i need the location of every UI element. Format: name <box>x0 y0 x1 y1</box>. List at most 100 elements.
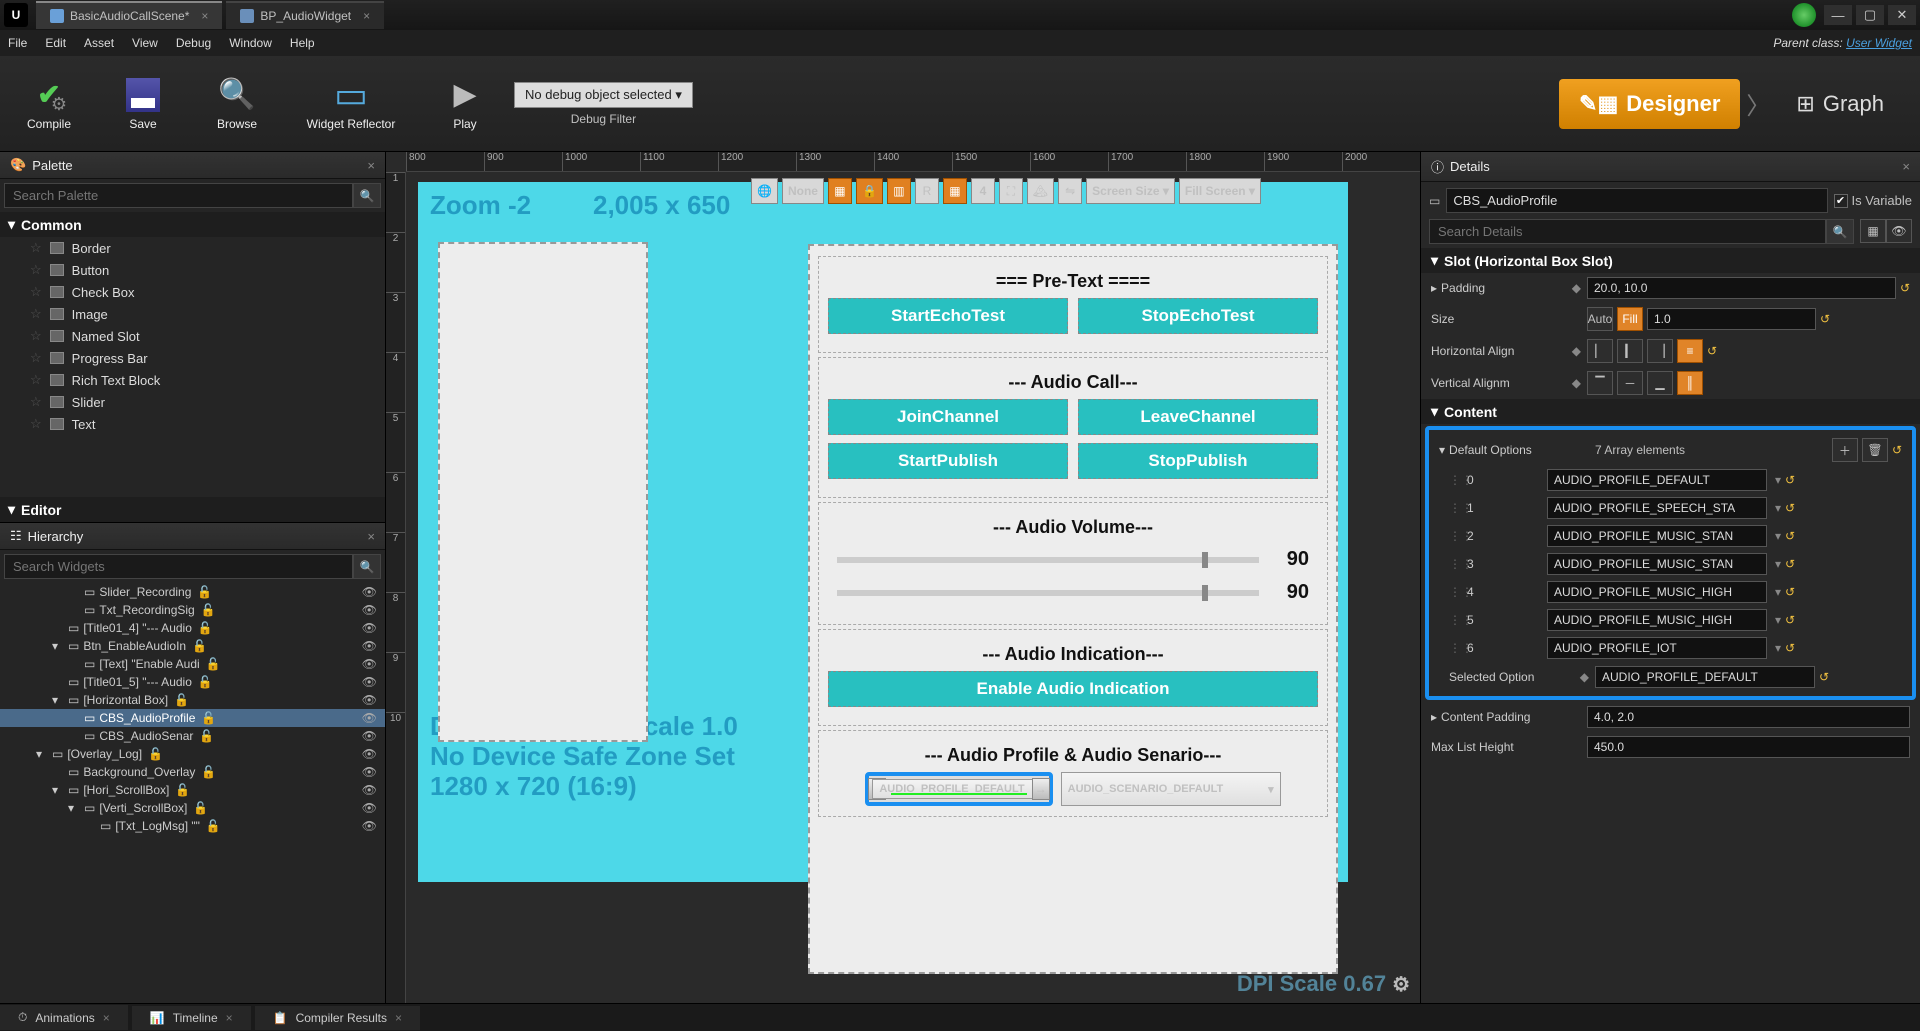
audio-scenario-combobox[interactable]: AUDIO_SCENARIO_DEFAULT▾ <box>1061 772 1281 806</box>
valign-bottom[interactable]: ▁ <box>1647 371 1673 395</box>
close-button[interactable]: ✕ <box>1888 5 1916 25</box>
drag-handle-icon[interactable]: ⋮⋮ <box>1449 529 1459 543</box>
lock-button[interactable]: 🔒 <box>856 178 883 204</box>
debug-object-dropdown[interactable]: No debug object selected ▾ <box>514 82 693 108</box>
menu-view[interactable]: View <box>132 36 158 50</box>
drag-handle-icon[interactable]: ⋮⋮ <box>1449 585 1459 599</box>
widget-name-input[interactable] <box>1446 188 1827 213</box>
favorite-icon[interactable]: ☆ <box>30 306 42 322</box>
grid-size[interactable]: 4 <box>971 178 995 204</box>
hierarchy-search-input[interactable] <box>4 554 353 579</box>
lock-icon[interactable]: 🔓 <box>199 603 218 617</box>
fill-screen-dropdown[interactable]: Fill Screen ▾ <box>1179 178 1261 204</box>
hierarchy-item[interactable]: ▭[Txt_LogMsg] ""🔓👁 <box>0 817 385 835</box>
halign-right[interactable]: ▕ <box>1647 339 1673 363</box>
visibility-icon[interactable]: 👁 <box>358 783 381 797</box>
favorite-icon[interactable]: ☆ <box>30 394 42 410</box>
hierarchy-item[interactable]: ▾▭[Overlay_Log]🔓👁 <box>0 745 385 763</box>
hierarchy-item[interactable]: ▾▭[Verti_ScrollBox]🔓👁 <box>0 799 385 817</box>
drag-handle-icon[interactable]: ⋮⋮ <box>1449 501 1459 515</box>
reset-icon[interactable]: ↺ <box>1819 670 1829 684</box>
join-channel-button[interactable]: JoinChannel <box>828 399 1068 435</box>
selected-option-input[interactable] <box>1595 666 1815 688</box>
size-fill-input[interactable] <box>1647 308 1816 330</box>
drag-handle-icon[interactable]: ⋮⋮ <box>1449 613 1459 627</box>
hierarchy-item[interactable]: ▾▭[Horizontal Box]🔓👁 <box>0 691 385 709</box>
array-element-input[interactable] <box>1547 553 1767 575</box>
hierarchy-item[interactable]: ▭CBS_AudioSenar🔓👁 <box>0 727 385 745</box>
palette-item[interactable]: ☆Text <box>0 413 385 435</box>
start-publish-button[interactable]: StartPublish <box>828 443 1068 479</box>
hierarchy-item[interactable]: ▭Txt_RecordingSig🔓👁 <box>0 601 385 619</box>
menu-edit[interactable]: Edit <box>45 36 66 50</box>
lock-icon[interactable]: 🔓 <box>204 657 223 671</box>
hierarchy-item[interactable]: ▾▭Btn_EnableAudioIn🔓👁 <box>0 637 385 655</box>
tab-level[interactable]: BasicAudioCallScene* × <box>36 1 222 29</box>
palette-item[interactable]: ☆Named Slot <box>0 325 385 347</box>
menu-debug[interactable]: Debug <box>176 36 211 50</box>
audio-profile-combobox-selected[interactable]: ← AUDIO_PROFILE_DEFAULT ▾ → <box>865 772 1052 806</box>
leave-channel-button[interactable]: LeaveChannel <box>1078 399 1318 435</box>
visibility-icon[interactable]: 👁 <box>358 603 381 617</box>
reset-icon[interactable]: ↺ <box>1785 557 1795 571</box>
hierarchy-item[interactable]: ▭Slider_Recording🔓👁 <box>0 583 385 601</box>
visibility-icon[interactable]: 👁 <box>358 639 381 653</box>
visibility-icon[interactable]: 👁 <box>358 585 381 599</box>
dropdown-icon[interactable]: ▾ <box>1775 501 1781 515</box>
hierarchy-item[interactable]: ▭[Text] "Enable Audi🔓👁 <box>0 655 385 673</box>
dropdown-icon[interactable]: ▾ <box>1775 529 1781 543</box>
hierarchy-item[interactable]: ▭[Title01_5] "--- Audio🔓👁 <box>0 673 385 691</box>
palette-item[interactable]: ☆Slider <box>0 391 385 413</box>
details-search-input[interactable] <box>1429 219 1826 244</box>
volume-slider-1[interactable] <box>837 557 1259 563</box>
size-fill-button[interactable]: Fill <box>1617 307 1643 331</box>
close-icon[interactable]: × <box>395 1011 402 1025</box>
favorite-icon[interactable]: ☆ <box>30 328 42 344</box>
resolution-toggle[interactable]: R <box>915 178 939 204</box>
reset-icon[interactable]: ↺ <box>1892 443 1902 457</box>
drag-handle-icon[interactable]: ⋮⋮ <box>1449 641 1459 655</box>
graph-mode-button[interactable]: ⊞ Graph <box>1776 79 1904 129</box>
reset-icon[interactable]: ↺ <box>1785 641 1795 655</box>
lock-icon[interactable]: 🔓 <box>172 693 191 707</box>
hierarchy-item[interactable]: ▾▭[Hori_ScrollBox]🔓👁 <box>0 781 385 799</box>
add-element-button[interactable]: ＋ <box>1832 438 1858 462</box>
dropdown-icon[interactable]: ▾ <box>1775 641 1781 655</box>
palette-item[interactable]: ☆Check Box <box>0 281 385 303</box>
palette-category-common[interactable]: ▾Common <box>0 212 385 237</box>
favorite-icon[interactable]: ☆ <box>30 284 42 300</box>
parent-class-link[interactable]: User Widget <box>1846 36 1912 50</box>
tab-timeline[interactable]: 📊 Timeline × <box>132 1006 251 1030</box>
property-matrix-button[interactable]: ▦ <box>1860 219 1886 243</box>
visibility-icon[interactable]: 👁 <box>358 621 381 635</box>
lock-icon[interactable]: 🔓 <box>195 585 214 599</box>
palette-item[interactable]: ☆Progress Bar <box>0 347 385 369</box>
close-icon[interactable]: × <box>226 1011 233 1025</box>
dropdown-icon[interactable]: ▾ <box>1775 613 1781 627</box>
visibility-icon[interactable]: 👁 <box>358 657 381 671</box>
favorite-icon[interactable]: ☆ <box>30 350 42 366</box>
search-icon[interactable]: 🔍 <box>1826 219 1854 244</box>
lock-icon[interactable]: 🔓 <box>204 819 223 833</box>
start-echo-button[interactable]: StartEchoTest <box>828 298 1068 334</box>
designer-viewport[interactable]: 8009001000110012001300140015001600170018… <box>386 152 1420 1003</box>
lock-icon[interactable]: 🔓 <box>173 783 192 797</box>
palette-category-editor[interactable]: ▾Editor <box>0 497 385 522</box>
palette-item[interactable]: ☆Rich Text Block <box>0 369 385 391</box>
array-element-input[interactable] <box>1547 581 1767 603</box>
layout2-button[interactable]: ▥ <box>887 178 911 204</box>
visibility-icon[interactable]: 👁 <box>358 711 381 725</box>
lock-icon[interactable]: 🔓 <box>146 747 165 761</box>
category-slot[interactable]: ▾Slot (Horizontal Box Slot) <box>1421 248 1920 273</box>
resize-handle-right[interactable]: → <box>1032 778 1050 800</box>
reset-icon[interactable]: ↺ <box>1820 312 1830 326</box>
compile-button[interactable]: Compile <box>4 65 94 143</box>
favorite-icon[interactable]: ☆ <box>30 416 42 432</box>
stop-publish-button[interactable]: StopPublish <box>1078 443 1318 479</box>
screen-size-dropdown[interactable]: Screen Size ▾ <box>1086 178 1175 204</box>
layout-button[interactable]: ▦ <box>828 178 852 204</box>
preview-left-panel[interactable] <box>438 242 648 742</box>
close-icon[interactable]: × <box>367 529 375 544</box>
tab-compiler-results[interactable]: 📋 Compiler Results × <box>255 1006 420 1030</box>
none-button[interactable]: None <box>782 178 824 204</box>
